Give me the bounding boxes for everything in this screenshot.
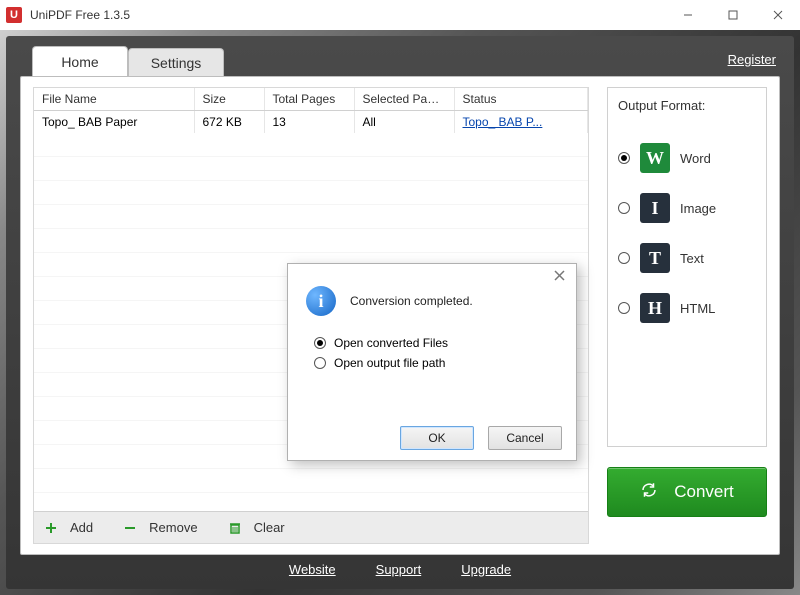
col-selected-pages[interactable]: Selected Pages: [354, 88, 454, 111]
remove-button[interactable]: Remove: [123, 520, 197, 535]
main-panel: File Name Size Total Pages Selected Page…: [20, 76, 780, 555]
cell-filename: Topo_ BAB Paper: [34, 111, 194, 134]
html-format-icon: H: [640, 293, 670, 323]
radio-icon: [314, 337, 326, 349]
website-link[interactable]: Website: [289, 562, 336, 577]
app-body: Home Settings Register File Name Size To…: [6, 36, 794, 589]
radio-open-path-label: Open output file path: [334, 356, 445, 370]
tab-bar: Home Settings Register: [32, 46, 780, 76]
window-controls: [665, 0, 800, 30]
radio-icon: [618, 302, 630, 314]
file-table-header: File Name Size Total Pages Selected Page…: [34, 88, 588, 133]
file-table-toolbar: Add Remove Clear: [34, 511, 588, 543]
dialog-footer: OK Cancel: [288, 416, 576, 460]
status-link[interactable]: Topo_ BAB P...: [463, 115, 543, 129]
dialog-cancel-button[interactable]: Cancel: [488, 426, 562, 450]
remove-label: Remove: [149, 520, 197, 535]
cell-pages: 13: [264, 111, 354, 134]
radio-icon: [618, 202, 630, 214]
dialog-close-button[interactable]: [554, 270, 570, 286]
output-format-panel: Output Format: W Word I Image T Text H HTML Con…: [607, 87, 767, 544]
output-format-text[interactable]: T Text: [618, 243, 756, 273]
col-filename[interactable]: File Name: [34, 88, 194, 111]
output-format-box: Output Format: W Word I Image T Text H HTML: [607, 87, 767, 447]
cell-selected: All: [354, 111, 454, 134]
maximize-button[interactable]: [710, 0, 755, 30]
output-format-word[interactable]: W Word: [618, 143, 756, 173]
output-format-label: Word: [680, 151, 711, 166]
convert-label: Convert: [674, 482, 734, 502]
image-format-icon: I: [640, 193, 670, 223]
radio-icon: [314, 357, 326, 369]
add-button[interactable]: Add: [44, 520, 93, 535]
output-format-title: Output Format:: [618, 98, 756, 113]
window-title: UniPDF Free 1.3.5: [30, 8, 665, 22]
cell-size: 672 KB: [194, 111, 264, 134]
col-status[interactable]: Status: [454, 88, 588, 111]
conversion-dialog: i Conversion completed. Open converted F…: [287, 263, 577, 461]
radio-open-files-label: Open converted Files: [334, 336, 448, 350]
output-format-html[interactable]: H HTML: [618, 293, 756, 323]
info-icon: i: [306, 286, 336, 316]
output-format-label: Text: [680, 251, 704, 266]
table-row[interactable]: Topo_ BAB Paper 672 KB 13 All Topo_ BAB …: [34, 111, 588, 134]
minimize-button[interactable]: [665, 0, 710, 30]
titlebar: U UniPDF Free 1.3.5: [0, 0, 800, 30]
convert-button[interactable]: Convert: [607, 467, 767, 517]
word-format-icon: W: [640, 143, 670, 173]
radio-open-path[interactable]: Open output file path: [314, 356, 558, 370]
output-format-label: Image: [680, 201, 716, 216]
support-link[interactable]: Support: [376, 562, 422, 577]
text-format-icon: T: [640, 243, 670, 273]
app-icon: U: [6, 7, 22, 23]
plus-icon: [44, 521, 58, 535]
radio-icon: [618, 252, 630, 264]
dialog-message: Conversion completed.: [350, 294, 473, 308]
minus-icon: [123, 521, 137, 535]
output-format-label: HTML: [680, 301, 715, 316]
cell-status[interactable]: Topo_ BAB P...: [454, 111, 588, 134]
col-total-pages[interactable]: Total Pages: [264, 88, 354, 111]
close-button[interactable]: [755, 0, 800, 30]
register-link[interactable]: Register: [728, 52, 776, 67]
trash-icon: [228, 521, 242, 535]
output-format-image[interactable]: I Image: [618, 193, 756, 223]
upgrade-link[interactable]: Upgrade: [461, 562, 511, 577]
radio-open-files[interactable]: Open converted Files: [314, 336, 558, 350]
tab-home[interactable]: Home: [32, 46, 128, 76]
add-label: Add: [70, 520, 93, 535]
tab-settings[interactable]: Settings: [128, 48, 224, 76]
footer-links: Website Support Upgrade: [20, 555, 780, 583]
dialog-body: i Conversion completed. Open converted F…: [288, 264, 576, 416]
clear-label: Clear: [254, 520, 285, 535]
radio-icon: [618, 152, 630, 164]
dialog-ok-button[interactable]: OK: [400, 426, 474, 450]
refresh-icon: [640, 481, 658, 504]
clear-button[interactable]: Clear: [228, 520, 285, 535]
app-frame: Home Settings Register File Name Size To…: [0, 30, 800, 595]
col-size[interactable]: Size: [194, 88, 264, 111]
